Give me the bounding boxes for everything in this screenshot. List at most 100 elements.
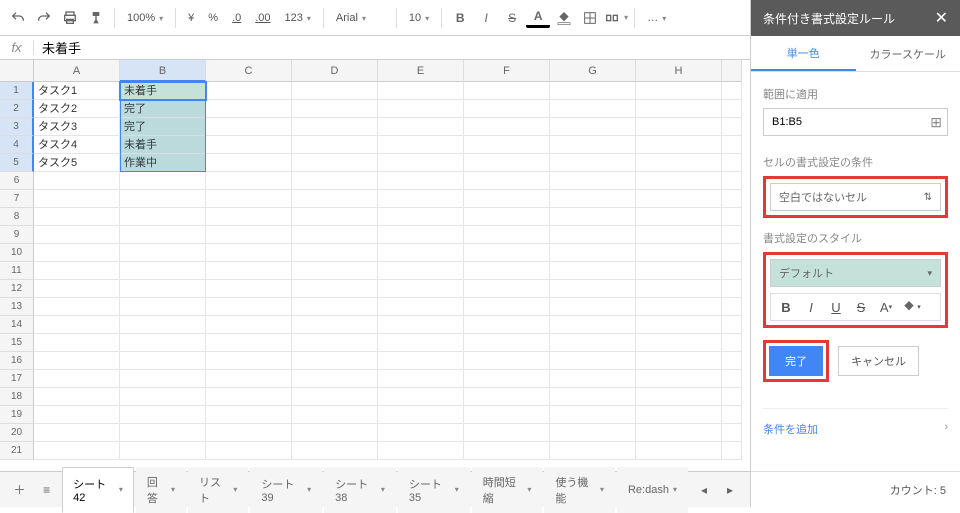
cell[interactable] (34, 370, 120, 388)
cell[interactable] (120, 298, 206, 316)
cell[interactable]: タスク5 (34, 154, 120, 172)
close-icon[interactable]: ✕ (935, 8, 948, 28)
cell[interactable] (292, 334, 378, 352)
row-header[interactable]: 17 (0, 370, 34, 388)
currency-button[interactable]: ¥ (182, 12, 200, 24)
cell[interactable] (550, 316, 636, 334)
column-header[interactable]: G (550, 60, 636, 82)
cell[interactable] (550, 172, 636, 190)
cell[interactable] (464, 280, 550, 298)
cell[interactable] (206, 154, 292, 172)
cell[interactable] (550, 442, 636, 460)
cell[interactable] (206, 208, 292, 226)
cell[interactable] (34, 352, 120, 370)
cell[interactable] (206, 82, 292, 100)
cell[interactable] (292, 172, 378, 190)
cell[interactable] (636, 406, 722, 424)
bold-button[interactable]: B (448, 6, 472, 30)
cell[interactable] (550, 154, 636, 172)
row-header[interactable]: 1 (0, 82, 34, 100)
cell[interactable] (378, 262, 464, 280)
column-header[interactable]: E (378, 60, 464, 82)
row-header[interactable]: 13 (0, 298, 34, 316)
cell[interactable] (34, 208, 120, 226)
cell[interactable] (378, 406, 464, 424)
percent-button[interactable]: % (202, 12, 224, 24)
cell[interactable] (378, 352, 464, 370)
cell[interactable] (292, 82, 378, 100)
cell[interactable] (378, 442, 464, 460)
cell[interactable] (378, 226, 464, 244)
cell[interactable] (464, 334, 550, 352)
cell[interactable] (464, 406, 550, 424)
cell[interactable] (378, 172, 464, 190)
cell[interactable] (292, 424, 378, 442)
cell[interactable] (378, 316, 464, 334)
sheet-tab[interactable]: Re:dash▾ (617, 467, 688, 513)
cell[interactable] (464, 82, 550, 100)
cell[interactable] (378, 370, 464, 388)
cell[interactable] (636, 298, 722, 316)
cell[interactable] (464, 388, 550, 406)
column-header[interactable]: H (636, 60, 722, 82)
style-textcolor-button[interactable]: A▾ (875, 297, 897, 317)
cell[interactable] (292, 100, 378, 118)
cell[interactable] (550, 388, 636, 406)
cell[interactable] (378, 424, 464, 442)
cell[interactable] (464, 316, 550, 334)
cell[interactable] (120, 388, 206, 406)
cell[interactable] (464, 352, 550, 370)
cell[interactable] (464, 172, 550, 190)
cell[interactable] (550, 100, 636, 118)
cell[interactable] (464, 370, 550, 388)
cell[interactable] (206, 424, 292, 442)
sheet-tab[interactable]: シート42▾ (62, 467, 134, 513)
cell[interactable] (378, 136, 464, 154)
cell[interactable] (550, 334, 636, 352)
add-rule-link[interactable]: 条件を追加 › (763, 408, 948, 449)
sheet-tab[interactable]: 時間短縮▾ (472, 467, 543, 513)
cell[interactable] (292, 298, 378, 316)
cell[interactable] (34, 406, 120, 424)
cell[interactable]: 未着手 (120, 82, 206, 100)
cell[interactable] (464, 118, 550, 136)
column-header[interactable]: D (292, 60, 378, 82)
row-header[interactable]: 12 (0, 280, 34, 298)
cell[interactable] (34, 388, 120, 406)
increase-decimals-button[interactable]: .00 (249, 12, 276, 24)
cell[interactable] (636, 154, 722, 172)
cell[interactable] (636, 208, 722, 226)
row-header[interactable]: 18 (0, 388, 34, 406)
cell[interactable] (550, 208, 636, 226)
row-header[interactable]: 9 (0, 226, 34, 244)
cell[interactable] (206, 118, 292, 136)
cell[interactable] (464, 226, 550, 244)
cell[interactable]: タスク1 (34, 82, 120, 100)
cell[interactable] (206, 136, 292, 154)
cell[interactable] (464, 154, 550, 172)
more-button[interactable]: … (641, 12, 672, 24)
cell[interactable] (206, 352, 292, 370)
cell[interactable] (464, 208, 550, 226)
style-bold-button[interactable]: B (775, 297, 797, 317)
cell[interactable] (120, 244, 206, 262)
cell[interactable]: タスク2 (34, 100, 120, 118)
cell[interactable] (636, 118, 722, 136)
column-header[interactable]: F (464, 60, 550, 82)
cell[interactable] (636, 370, 722, 388)
cell[interactable] (120, 316, 206, 334)
sheet-tab[interactable]: 使う機能▾ (544, 467, 615, 513)
cell[interactable] (34, 172, 120, 190)
row-header[interactable]: 21 (0, 442, 34, 460)
cell[interactable] (292, 406, 378, 424)
cell[interactable] (120, 280, 206, 298)
cell[interactable] (378, 280, 464, 298)
style-preview[interactable]: デフォルト ▾ (770, 259, 941, 287)
cell[interactable] (636, 244, 722, 262)
row-header[interactable]: 7 (0, 190, 34, 208)
spreadsheet-grid[interactable]: ABCDEFGH1タスク1未着手2タスク2完了3タスク3完了4タスク4未着手5タ… (0, 60, 750, 471)
cell[interactable] (292, 226, 378, 244)
row-header[interactable]: 5 (0, 154, 34, 172)
cell[interactable] (378, 334, 464, 352)
row-header[interactable]: 16 (0, 352, 34, 370)
